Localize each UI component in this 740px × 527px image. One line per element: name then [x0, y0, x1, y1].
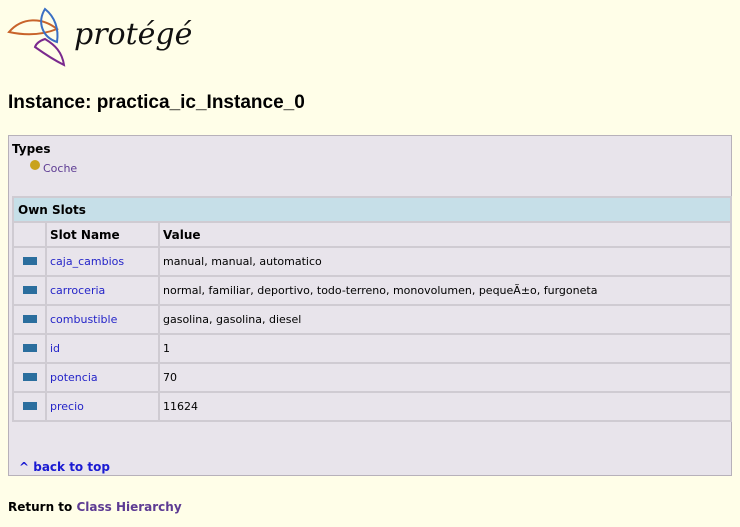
slot-icon [22, 257, 37, 265]
slot-value: 11624 [158, 391, 732, 422]
slot-link-caja-cambios[interactable]: caja_cambios [50, 255, 124, 268]
return-line: Return to Class Hierarchy [8, 500, 182, 514]
table-row: id 1 [12, 333, 732, 364]
slot-link-id[interactable]: id [50, 342, 60, 355]
slot-value: manual, manual, automatico [158, 246, 732, 277]
table-row: precio 11624 [12, 391, 732, 422]
slot-value: normal, familiar, deportivo, todo-terren… [158, 275, 732, 306]
class-dot-icon [30, 160, 40, 170]
return-prefix: Return to [8, 500, 77, 514]
table-row: combustible gasolina, gasolina, diesel [12, 304, 732, 335]
slot-icon [22, 373, 37, 381]
table-row: carroceria normal, familiar, deportivo, … [12, 275, 732, 306]
page-title: Instance: practica_ic_Instance_0 [8, 92, 305, 113]
table-row: caja_cambios manual, manual, automatico [12, 246, 732, 277]
slot-link-carroceria[interactable]: carroceria [50, 284, 105, 297]
slot-icon [22, 315, 37, 323]
col-header-icon [12, 221, 47, 248]
col-header-slot-name: Slot Name [45, 221, 160, 248]
slot-icon [22, 344, 37, 352]
slot-icon [22, 402, 37, 410]
instance-panel: Types Coche Own Slots Slot Name Value ca… [8, 135, 732, 476]
class-hierarchy-link[interactable]: Class Hierarchy [76, 500, 181, 514]
own-slots-caption: Own Slots [12, 196, 732, 223]
back-to-top-link[interactable]: ^ back to top [19, 460, 110, 474]
slot-link-combustible[interactable]: combustible [50, 313, 117, 326]
table-row: potencia 70 [12, 362, 732, 393]
type-item: Coche [30, 160, 77, 176]
slot-value: 70 [158, 362, 732, 393]
logo-wordmark: protégé [74, 17, 193, 52]
own-slots-table: Own Slots Slot Name Value caja_cambios m… [12, 196, 732, 422]
protege-logo: protégé [7, 7, 192, 67]
slot-value: gasolina, gasolina, diesel [158, 304, 732, 335]
slot-value: 1 [158, 333, 732, 364]
type-link-coche[interactable]: Coche [43, 162, 77, 175]
slot-link-potencia[interactable]: potencia [50, 371, 98, 384]
col-header-value: Value [158, 221, 732, 248]
types-heading: Types [12, 142, 51, 156]
slot-icon [22, 286, 37, 294]
slot-link-precio[interactable]: precio [50, 400, 84, 413]
